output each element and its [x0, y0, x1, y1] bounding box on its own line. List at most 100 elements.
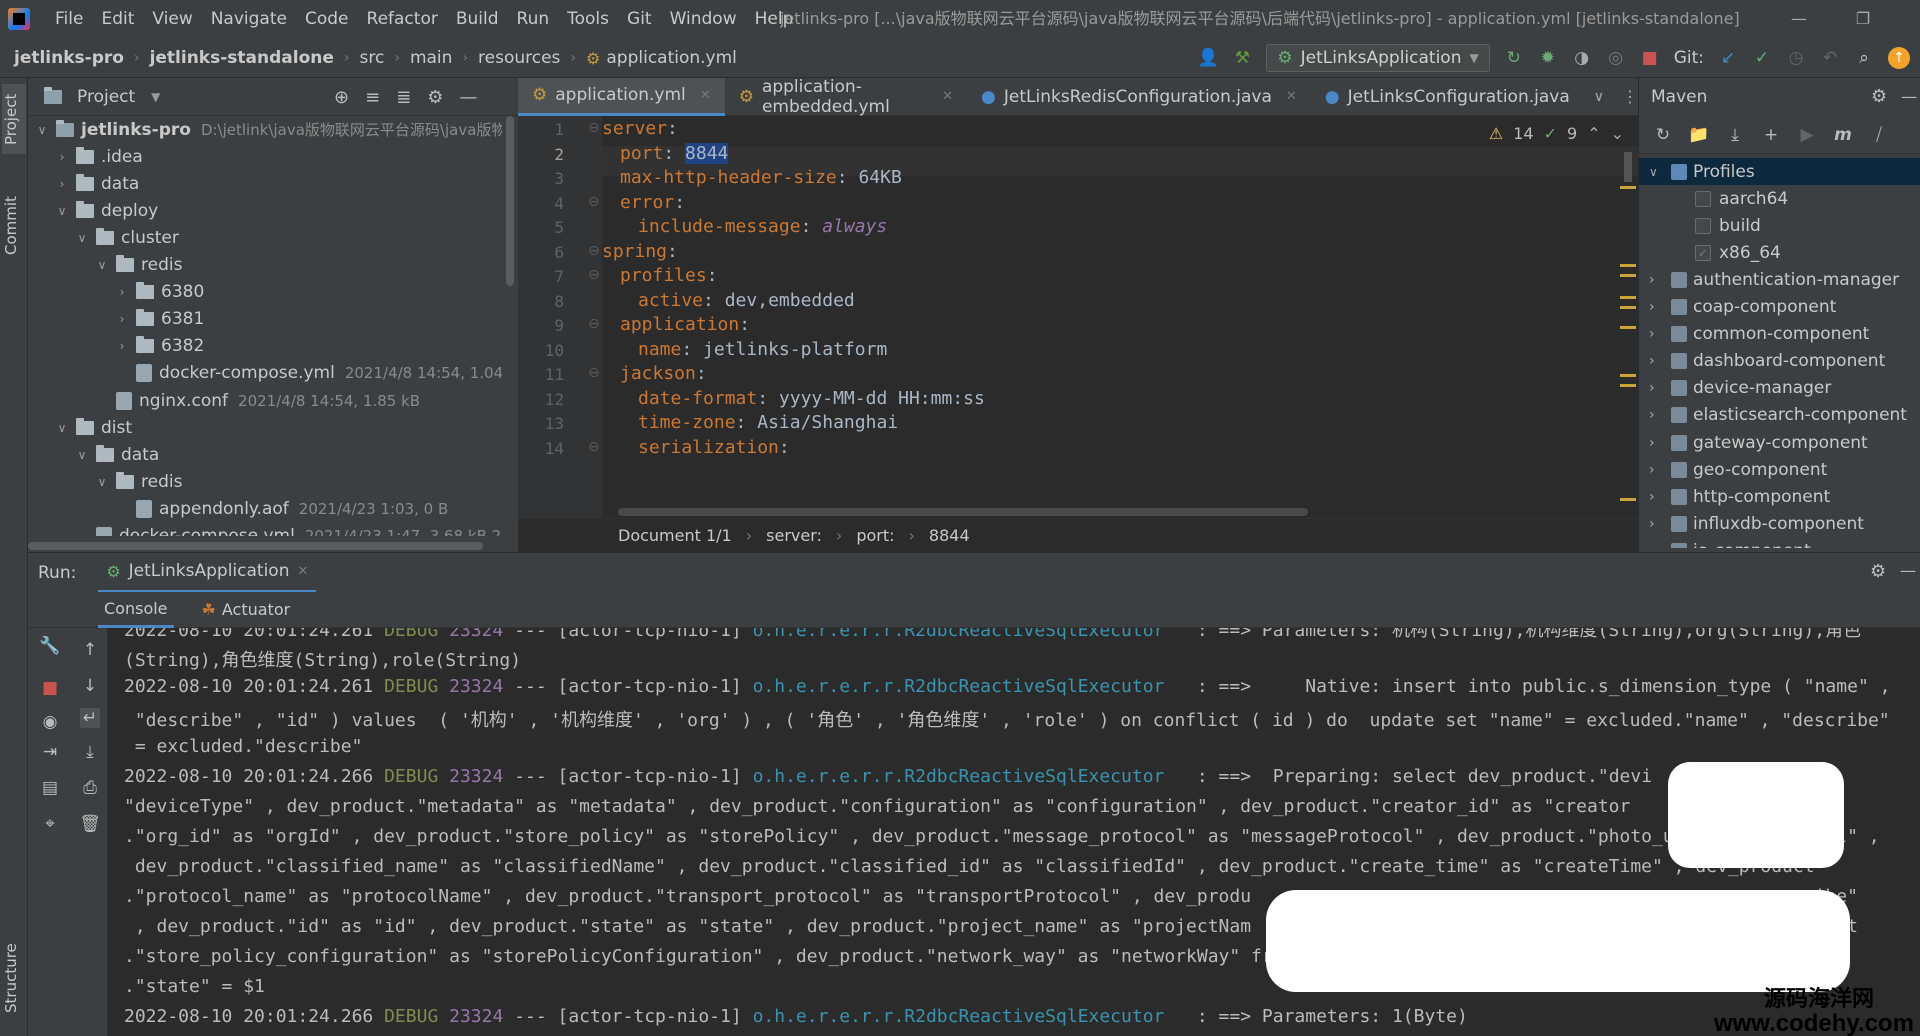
log-logger[interactable]: o.h.e.r.e.r.r.R2dbcReactiveSqlExecutor — [753, 766, 1165, 787]
breadcrumb-item[interactable]: jetlinks-standalone — [150, 48, 334, 68]
arrow-down-icon[interactable]: ↓ — [80, 676, 100, 696]
tree-horizontal-scrollbar[interactable] — [28, 542, 483, 550]
maven-module-item[interactable]: › io-component — [1639, 537, 1920, 548]
tree-node[interactable]: ∨ redis — [94, 252, 182, 279]
checkbox-checked-icon[interactable]: ✓ — [1695, 244, 1711, 261]
run-tab-jetlinksapplication[interactable]: ⚙ JetLinksApplication ✕ — [98, 553, 317, 593]
breadcrumb-item[interactable]: jetlinks-pro — [14, 48, 124, 68]
print-icon[interactable]: ⎙ — [80, 778, 100, 798]
breadcrumb-item[interactable]: main — [410, 48, 452, 68]
tree-node[interactable]: › .idea — [54, 143, 143, 170]
collapse-all-icon[interactable]: ≣ — [396, 87, 411, 108]
editor-tab[interactable]: ⚙ application-embedded.yml ✕ — [725, 77, 967, 117]
stop-icon[interactable]: ■ — [40, 678, 60, 698]
maven-module-item[interactable]: › http-component — [1639, 483, 1920, 510]
tree-node[interactable]: appendonly.aof 2021/4/23 1:03, 0 B — [114, 495, 448, 522]
tool-tab-project[interactable]: Project — [2, 84, 26, 154]
next-highlight-icon[interactable]: ⌄ — [1611, 124, 1624, 143]
fold-icon[interactable]: ⊖ — [588, 267, 600, 283]
layout-icon[interactable]: ▤ — [40, 778, 60, 798]
error-stripe-mark[interactable] — [1620, 296, 1636, 299]
fold-icon[interactable]: ⊖ — [588, 120, 600, 136]
run-configuration-select[interactable]: ⚙ JetLinksApplication ▼ — [1266, 44, 1490, 72]
tree-node[interactable]: docker-compose.yml 2021/4/8 14:54, 1.04 k — [114, 360, 502, 387]
soft-wrap-icon[interactable]: ↵ — [80, 708, 100, 728]
fold-icon[interactable]: ⊖ — [588, 439, 600, 455]
code-editor[interactable]: 1 2 3 4 5 6 7 8 9 10 11 12 13 14 server: ⊖ port: 8844 ma… — [518, 116, 1638, 518]
user-icon[interactable]: 👤 — [1198, 48, 1219, 68]
add-icon[interactable]: + — [1761, 125, 1781, 145]
search-icon[interactable]: ⌕ — [1854, 48, 1874, 68]
error-stripe-mark[interactable] — [1620, 264, 1636, 267]
breadcrumb-item[interactable]: resources — [478, 48, 560, 68]
editor-tab[interactable]: ⚙ application.yml ✕ — [518, 77, 725, 116]
checkbox-icon[interactable] — [1695, 217, 1711, 234]
maven-profile-item[interactable]: aarch64 — [1639, 185, 1920, 212]
console-tab[interactable]: Console — [98, 592, 174, 628]
git-history-icon[interactable]: ◷ — [1786, 48, 1806, 68]
scroll-to-end-icon[interactable]: ⤓ — [80, 742, 100, 762]
editor-breadcrumb-item[interactable]: server: — [766, 526, 822, 545]
menu-git[interactable]: Git — [618, 0, 661, 38]
fold-icon[interactable]: ⊖ — [588, 365, 600, 381]
actuator-tab[interactable]: ☘ Actuator — [202, 600, 291, 619]
editor-breadcrumb-item[interactable]: Document 1/1 — [618, 526, 732, 545]
maven-module-item[interactable]: › gateway-component — [1639, 429, 1920, 456]
camera-icon[interactable]: ◉ — [40, 712, 60, 732]
menu-window[interactable]: Window — [661, 0, 746, 38]
menu-refactor[interactable]: Refactor — [358, 0, 447, 38]
inspection-widget[interactable]: ⚠ 14 ✓ 9 ⌃ ⌄ — [1489, 124, 1624, 143]
project-view-select[interactable]: Project ▼ — [44, 78, 160, 116]
tree-node[interactable]: ∨ deploy — [54, 197, 158, 224]
editor-horizontal-scrollbar[interactable] — [618, 508, 1308, 516]
menu-code[interactable]: Code — [296, 0, 358, 38]
tree-node[interactable]: ∨ jetlinks-pro D:\jetlink\java版物联网云平台源码\ja… — [34, 116, 502, 143]
maven-module-item[interactable]: › coap-component — [1639, 294, 1920, 321]
tree-node[interactable]: › 6382 — [114, 333, 204, 360]
maven-module-item[interactable]: › influxdb-component — [1639, 510, 1920, 537]
tree-node[interactable]: › data — [54, 170, 139, 197]
maven-profile-item[interactable]: build — [1639, 212, 1920, 239]
error-stripe-mark[interactable] — [1620, 306, 1636, 309]
tree-node[interactable]: ∨ cluster — [74, 224, 179, 251]
editor-breadcrumb-item[interactable]: 8844 — [929, 526, 970, 545]
expand-all-icon[interactable]: ≡ — [365, 87, 380, 108]
error-stripe-mark[interactable] — [1620, 374, 1636, 377]
close-icon[interactable]: ✕ — [297, 564, 308, 579]
error-stripe-mark[interactable] — [1620, 498, 1636, 501]
debug-bug-icon[interactable]: ✹ — [1538, 48, 1558, 68]
restore-icon[interactable]: ❐ — [1840, 0, 1886, 38]
tool-tab-structure[interactable]: Structure — [2, 928, 26, 1028]
chevron-down-icon[interactable]: ∨ — [1594, 89, 1604, 105]
maven-module-item[interactable]: › dashboard-component — [1639, 348, 1920, 375]
more-icon[interactable]: ⋮ — [1622, 87, 1638, 106]
breadcrumb-item[interactable]: application.yml — [606, 48, 737, 68]
trash-icon[interactable]: 🗑 — [79, 814, 101, 834]
menu-navigate[interactable]: Navigate — [202, 0, 296, 38]
menu-build[interactable]: Build — [447, 0, 508, 38]
maven-module-item[interactable]: › device-manager — [1639, 375, 1920, 402]
reload-icon[interactable]: ↻ — [1653, 125, 1673, 145]
menu-view[interactable]: View — [143, 0, 201, 38]
menu-tools[interactable]: Tools — [558, 0, 618, 38]
error-stripe-mark[interactable] — [1620, 274, 1636, 277]
exit-icon[interactable]: ⇥ — [40, 742, 60, 762]
coverage-icon[interactable]: ◑ — [1572, 48, 1592, 68]
close-icon[interactable]: ✕ — [942, 89, 953, 104]
menu-run[interactable]: Run — [508, 0, 559, 38]
generate-sources-icon[interactable]: 📁 — [1688, 125, 1709, 145]
git-commit-icon[interactable]: ✓ — [1752, 48, 1772, 68]
fold-icon[interactable]: ⊖ — [588, 243, 600, 259]
skip-tests-icon[interactable]: ⧸ — [1869, 125, 1889, 145]
editor-tab[interactable]: ● JetLinksConfiguration.java — [1311, 78, 1584, 116]
updates-icon[interactable]: ↑ — [1888, 47, 1910, 69]
maven-goal-icon[interactable]: m — [1833, 125, 1853, 145]
error-stripe-mark[interactable] — [1620, 326, 1636, 329]
tree-node[interactable]: ∨ redis — [94, 468, 182, 495]
git-rollback-icon[interactable]: ↶ — [1820, 48, 1840, 68]
run-icon[interactable]: ▶ — [1797, 125, 1817, 145]
editor-scrollbar-thumb[interactable] — [1624, 152, 1632, 182]
maven-module-item[interactable]: › geo-component — [1639, 456, 1920, 483]
tree-node[interactable]: ∨ dist — [54, 414, 132, 441]
tree-vertical-scrollbar[interactable] — [506, 116, 514, 286]
